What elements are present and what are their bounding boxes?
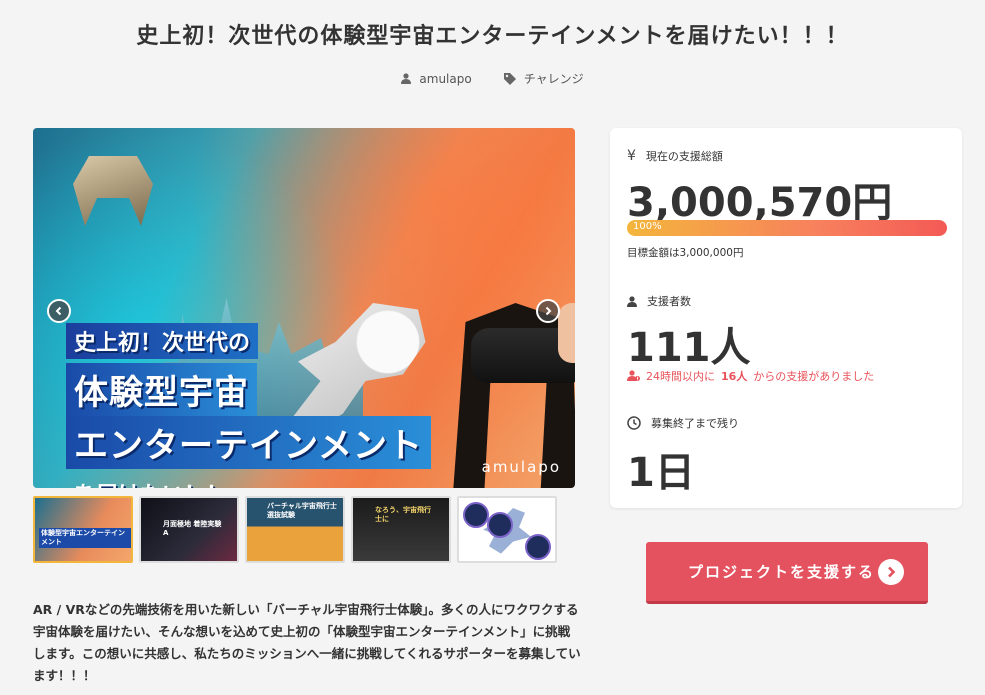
chevron-left-icon xyxy=(55,306,62,316)
thumbnail-label: バーチャル宇宙飛行士 選抜試験 xyxy=(267,502,337,519)
remaining-label: 募集終了まで残り xyxy=(651,417,739,430)
hero-banner: 史上初！次世代の 体験型宇宙 エンターテインメント を届けたい！！ xyxy=(66,323,431,488)
banner-line-1: 史上初！次世代の xyxy=(66,323,259,359)
banner-line-3: エンターテインメント xyxy=(66,416,431,469)
remaining-days: 1日 xyxy=(627,450,695,496)
map-marker xyxy=(463,502,489,528)
brand-watermark: amulapo xyxy=(481,458,561,476)
support-button-label: プロジェクトを支援する xyxy=(688,563,876,581)
page-title: 史上初！次世代の体験型宇宙エンターテインメントを届けたい！！！ xyxy=(136,24,849,49)
user-icon xyxy=(401,73,412,84)
prev-slide-button[interactable] xyxy=(47,299,71,323)
tag-icon xyxy=(503,72,516,85)
support-project-button[interactable]: プロジェクトを支援する xyxy=(646,542,928,604)
thumbnail-label: 月面極地 着陸実験A xyxy=(163,520,222,537)
author-name: amulapo xyxy=(419,71,472,86)
supporters-icon xyxy=(627,295,637,307)
thumbnail-4[interactable]: なろう、宇宙飛行士に xyxy=(351,496,451,563)
remaining-label-row: 募集終了まで残り xyxy=(627,415,739,431)
arrow-right-icon xyxy=(878,558,904,585)
supporters-count: 111人 xyxy=(627,325,751,371)
goal-amount: 目標金額は3,000,000円 xyxy=(627,247,744,259)
chevron-right-icon xyxy=(545,306,552,316)
banner-line-2: 体験型宇宙 xyxy=(66,363,257,416)
recent-suffix: からの支援がありました xyxy=(753,370,875,383)
next-slide-button[interactable] xyxy=(536,299,560,323)
clock-icon xyxy=(627,416,641,430)
category-link[interactable]: チャレンジ xyxy=(503,70,584,87)
supporters-label: 支援者数 xyxy=(647,295,691,308)
supporters-label-row: 支援者数 xyxy=(627,293,691,309)
category-name: チャレンジ xyxy=(523,72,584,86)
thumbnail-3[interactable]: バーチャル宇宙飛行士 選抜試験 xyxy=(245,496,345,563)
main-image[interactable]: 史上初！次世代の 体験型宇宙 エンターテインメント を届けたい！！ amulap… xyxy=(33,128,575,488)
author-link[interactable]: amulapo xyxy=(401,70,472,87)
map-marker xyxy=(487,512,513,538)
progress-percent: 100% xyxy=(633,221,662,232)
total-label: 現在の支援総額 xyxy=(645,150,723,163)
map-marker xyxy=(525,534,551,560)
recent-count: 16人 xyxy=(721,370,748,383)
thumbnail-2[interactable]: 月面極地 着陸実験A xyxy=(139,496,239,563)
project-description: AR / VRなどの先端技術を用いた新しい「バーチャル宇宙飛行士体験」。多くの人… xyxy=(33,602,581,683)
thumbnail-1[interactable]: 体験型宇宙エンターテインメント xyxy=(33,496,133,563)
recent-prefix: 24時間以内に xyxy=(646,370,715,383)
project-meta: amulapo チャレンジ xyxy=(0,70,985,87)
thumbnail-label: 体験型宇宙エンターテインメント xyxy=(39,528,131,548)
thumbnail-label: なろう、宇宙飛行士に xyxy=(375,506,431,523)
hand xyxy=(558,303,575,363)
total-label-row: ¥ 現在の支援総額 xyxy=(627,148,723,164)
yen-icon: ¥ xyxy=(627,148,636,164)
recent-supporters-icon xyxy=(627,370,640,381)
banner-line-4: を届けたい！！ xyxy=(66,475,236,488)
stats-card: ¥ 現在の支援総額 3,000,570円 100% 目標金額は3,000,000… xyxy=(610,128,962,508)
recent-supporters: 24時間以内に 16人 からの支援がありました xyxy=(627,368,874,384)
funding-progress-bar: 100% xyxy=(627,220,947,236)
thumbnail-5[interactable] xyxy=(457,496,557,563)
thumbnail-strip: 体験型宇宙エンターテインメント 月面極地 着陸実験A バーチャル宇宙飛行士 選抜… xyxy=(33,496,575,563)
